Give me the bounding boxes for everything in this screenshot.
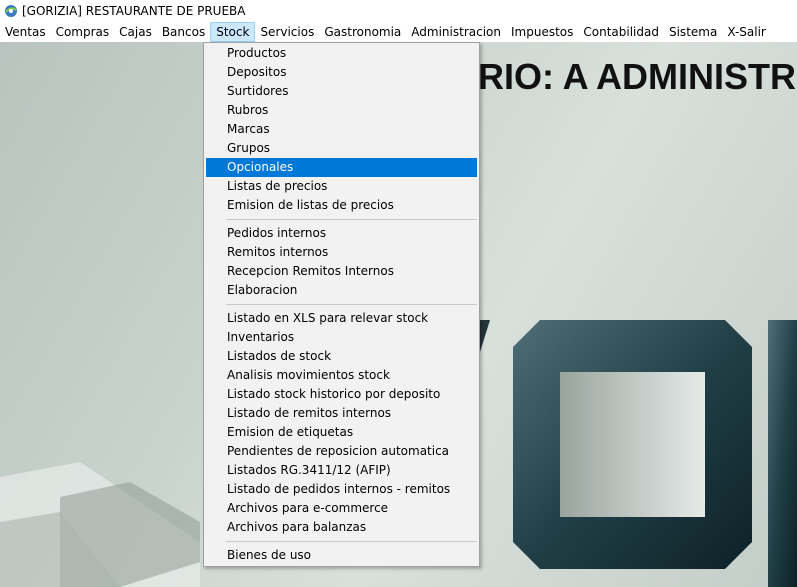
stock-menu-item-listados-rg-3411-12-afip[interactable]: Listados RG.3411/12 (AFIP): [206, 461, 477, 480]
stock-menu-item-emision-de-etiquetas[interactable]: Emision de etiquetas: [206, 423, 477, 442]
stock-menu-item-listados-de-stock[interactable]: Listados de stock: [206, 347, 477, 366]
stock-menu-item-marcas[interactable]: Marcas: [206, 120, 477, 139]
stock-menu-item-emision-de-listas-de-precios[interactable]: Emision de listas de precios: [206, 196, 477, 215]
menu-stock[interactable]: Stock: [210, 22, 256, 42]
menu-bar: Ventas Compras Cajas Bancos Stock Servicios Ga…: [0, 22, 797, 43]
stock-menu-item-elaboracion[interactable]: Elaboracion: [206, 281, 477, 300]
stock-menu-item-listado-de-pedidos-internos-remitos[interactable]: Listado de pedidos internos - remitos: [206, 480, 477, 499]
stock-menu-item-archivos-para-balanzas[interactable]: Archivos para balanzas: [206, 518, 477, 537]
menu-compras[interactable]: Compras: [51, 22, 115, 42]
menu-administracion[interactable]: Administracion: [406, 22, 506, 42]
stock-menu-dropdown: Productos Depositos Surtidores Rubros Marcas…: [203, 42, 480, 567]
stock-menu-item-bienes-de-uso[interactable]: Bienes de uso: [206, 546, 477, 565]
user-banner: RIO: A ADMINISTR: [478, 56, 796, 97]
stock-menu-item-rubros[interactable]: Rubros: [206, 101, 477, 120]
stock-menu-item-inventarios[interactable]: Inventarios: [206, 328, 477, 347]
stock-menu-item-opcionales[interactable]: Opcionales: [206, 158, 477, 177]
stock-menu-item-remitos-internos[interactable]: Remitos internos: [206, 243, 477, 262]
menu-cajas[interactable]: Cajas: [114, 22, 157, 42]
stock-menu-item-surtidores[interactable]: Surtidores: [206, 82, 477, 101]
menu-x-salir[interactable]: X-Salir: [722, 22, 771, 42]
menu-separator: [226, 219, 477, 220]
menu-sistema[interactable]: Sistema: [664, 22, 722, 42]
stock-menu-item-listado-stock-historico-por-deposito[interactable]: Listado stock historico por deposito: [206, 385, 477, 404]
stock-menu-item-pendientes-de-reposicion-automatica[interactable]: Pendientes de reposicion automatica: [206, 442, 477, 461]
app-icon: [5, 5, 17, 17]
stock-menu-item-grupos[interactable]: Grupos: [206, 139, 477, 158]
menu-separator: [226, 304, 477, 305]
stock-menu-item-archivos-para-e-commerce[interactable]: Archivos para e-commerce: [206, 499, 477, 518]
stock-menu-item-pedidos-internos[interactable]: Pedidos internos: [206, 224, 477, 243]
stock-menu-item-depositos[interactable]: Depositos: [206, 63, 477, 82]
menu-impuestos[interactable]: Impuestos: [506, 22, 578, 42]
menu-ventas[interactable]: Ventas: [0, 22, 51, 42]
stock-menu-item-productos[interactable]: Productos: [206, 44, 477, 63]
menu-separator: [226, 541, 477, 542]
menu-gastronomia[interactable]: Gastronomia: [319, 22, 406, 42]
title-bar: [GORIZIA] RESTAURANTE DE PRUEBA: [0, 0, 797, 22]
menu-contabilidad[interactable]: Contabilidad: [578, 22, 664, 42]
stock-menu-item-recepcion-remitos-internos[interactable]: Recepcion Remitos Internos: [206, 262, 477, 281]
stock-menu-item-analisis-movimientos-stock[interactable]: Analisis movimientos stock: [206, 366, 477, 385]
menu-servicios[interactable]: Servicios: [255, 22, 319, 42]
stock-menu-item-listas-de-precios[interactable]: Listas de precios: [206, 177, 477, 196]
window-title: [GORIZIA] RESTAURANTE DE PRUEBA: [22, 4, 246, 18]
stock-menu-item-listado-de-remitos-internos[interactable]: Listado de remitos internos: [206, 404, 477, 423]
stock-menu-item-listado-en-xls-para-relevar-stock[interactable]: Listado en XLS para relevar stock: [206, 309, 477, 328]
menu-bancos[interactable]: Bancos: [157, 22, 210, 42]
